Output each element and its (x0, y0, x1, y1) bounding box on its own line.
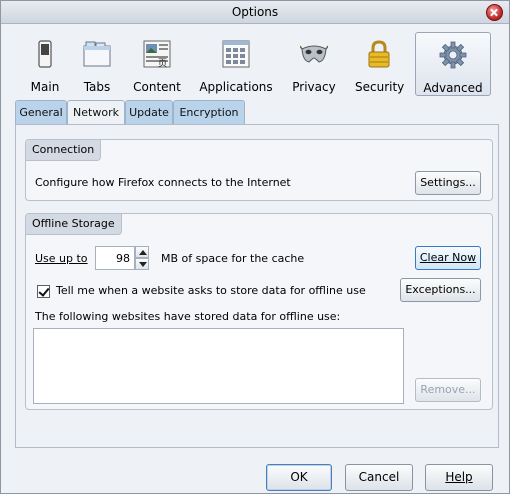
use-up-to-label: Use up to (35, 252, 88, 265)
exceptions-button[interactable]: Exceptions... (400, 278, 481, 302)
window-title: Options (231, 5, 279, 19)
spinner-up-arrow-icon[interactable] (135, 246, 149, 258)
spinner-down-arrow-icon[interactable] (135, 258, 149, 270)
offline-storage-caption: Offline Storage (26, 214, 122, 235)
pane-tabs[interactable]: Tabs (77, 32, 117, 94)
pane-privacy[interactable]: Privacy (289, 32, 339, 94)
content-icon: 页 (143, 40, 171, 68)
tell-me-checkbox[interactable] (37, 285, 50, 298)
tab-update[interactable]: Update (125, 100, 173, 124)
pane-applications[interactable]: Applications (199, 32, 273, 94)
connection-caption: Connection (26, 140, 102, 161)
title-bar: Options (1, 1, 509, 24)
cache-unit-label: MB of space for the cache (161, 252, 305, 265)
offline-storage-group: Offline Storage Use up to MB of space fo… (25, 213, 493, 410)
cancel-button-label: Cancel (358, 470, 400, 484)
pane-label: Security (355, 80, 405, 94)
mask-icon (300, 45, 328, 63)
exceptions-button-label: Exceptions... (405, 283, 476, 296)
ok-button[interactable]: OK (266, 464, 332, 491)
connection-description: Configure how Firefox connects to the In… (35, 176, 291, 189)
cache-size-spinner[interactable] (95, 246, 149, 272)
tell-me-label[interactable]: Tell me when a website asks to store dat… (56, 284, 366, 297)
clear-now-button[interactable]: Clear Now (415, 246, 481, 270)
remove-button-label: Remove... (420, 383, 476, 396)
applications-icon (222, 40, 250, 68)
svg-text:页: 页 (158, 58, 167, 68)
ok-button-label: OK (290, 470, 308, 484)
settings-button[interactable]: Settings... (415, 171, 481, 195)
pane-security[interactable]: Security (355, 32, 405, 94)
help-button[interactable]: Help (425, 464, 493, 491)
cache-size-input[interactable] (95, 246, 135, 270)
tab-encryption[interactable]: Encryption (173, 100, 245, 124)
pane-label: Content (133, 80, 181, 94)
pane-content[interactable]: 页 Content (131, 32, 183, 94)
padlock-icon (368, 40, 390, 68)
tabs-icon (83, 41, 111, 67)
tab-network[interactable]: Network (67, 100, 125, 125)
pane-label: Main (30, 80, 60, 94)
pane-label: Applications (199, 80, 273, 94)
pane-main[interactable]: Main (27, 32, 63, 94)
remove-button[interactable]: Remove... (415, 378, 481, 402)
switch-icon (38, 40, 52, 68)
pane-label: Tabs (83, 80, 111, 94)
settings-button-label: Settings... (420, 176, 476, 189)
gear-icon (439, 41, 467, 69)
clear-now-button-label: Clear Now (419, 251, 477, 264)
stored-sites-label: The following websites have stored data … (35, 310, 341, 323)
pane-label: Advanced (423, 81, 483, 95)
pane-label: Privacy (292, 80, 336, 94)
tab-general[interactable]: General (15, 100, 67, 124)
pane-toolbar: Main Tabs 页 Content Applications Privacy… (1, 24, 509, 96)
pane-advanced[interactable]: Advanced (415, 32, 491, 96)
connection-group: Connection Configure how Firefox connect… (25, 139, 493, 201)
network-tabpanel: Connection Configure how Firefox connect… (15, 124, 499, 448)
cancel-button[interactable]: Cancel (345, 464, 413, 491)
close-icon[interactable] (486, 4, 503, 21)
stored-sites-list[interactable] (33, 328, 404, 404)
help-button-label: Help (445, 470, 473, 484)
options-dialog: Options Main Tabs 页 Content Applications… (0, 0, 510, 494)
